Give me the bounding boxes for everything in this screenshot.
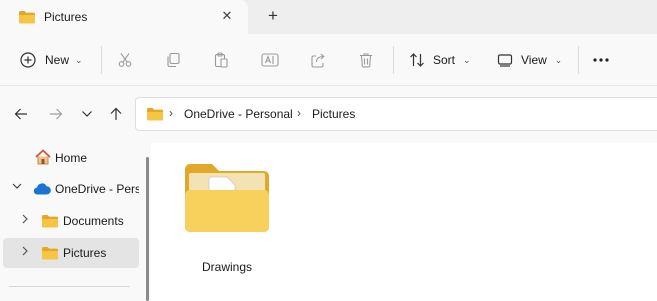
arrow-up-icon[interactable] — [106, 104, 126, 124]
more-options-button[interactable] — [592, 34, 610, 86]
chevron-right-icon[interactable] — [21, 214, 29, 227]
folder-icon — [146, 107, 164, 124]
toolbar-divider — [578, 46, 579, 74]
cut-button[interactable] — [117, 34, 133, 86]
new-button-label: New — [45, 53, 70, 67]
paste-button[interactable] — [213, 34, 229, 86]
rename-icon — [261, 52, 279, 68]
copy-icon — [165, 52, 181, 68]
chevron-down-icon[interactable] — [12, 182, 22, 193]
plus-icon[interactable]: + — [264, 7, 282, 25]
arrow-right-icon[interactable] — [46, 104, 66, 124]
tab-pictures[interactable]: Pictures ✕ — [0, 0, 248, 34]
toolbar-divider — [101, 46, 102, 74]
copy-button[interactable] — [165, 34, 181, 86]
folder-icon — [41, 246, 59, 263]
chevron-down-icon: ⌄ — [75, 54, 83, 65]
view-icon — [497, 52, 513, 68]
view-button-label: View — [521, 53, 547, 67]
sort-icon — [409, 52, 425, 68]
breadcrumb-onedrive[interactable]: OneDrive - Personal — [184, 107, 293, 121]
folder-icon — [18, 10, 36, 27]
view-button[interactable]: View ⌄ — [497, 34, 562, 86]
chevron-right-icon[interactable] — [21, 246, 29, 259]
close-icon[interactable]: ✕ — [220, 8, 234, 24]
toolbar-divider — [393, 46, 394, 74]
more-icon — [592, 57, 610, 63]
sort-button[interactable]: Sort ⌄ — [409, 34, 471, 86]
delete-icon — [358, 52, 374, 68]
navigation-pane: Home OneDrive - Personal Documents — [0, 143, 151, 301]
cut-icon — [117, 52, 133, 68]
chevron-down-icon: ⌄ — [554, 54, 563, 65]
tree-item-pictures[interactable]: Pictures — [3, 238, 139, 268]
cloud-icon — [33, 183, 51, 198]
breadcrumb-separator[interactable]: › — [297, 106, 301, 120]
tree-item-documents[interactable]: Documents — [3, 206, 139, 236]
tree-item-label: Pictures — [63, 246, 107, 260]
folder-tile-drawings[interactable]: Drawings — [181, 157, 273, 274]
address-bar[interactable]: › OneDrive - Personal › Pictures — [135, 97, 657, 131]
paste-icon — [213, 52, 229, 68]
new-button[interactable]: New ⌄ — [20, 34, 83, 86]
delete-button[interactable] — [358, 34, 374, 86]
tree-item-label: Documents — [63, 214, 124, 228]
folder-icon — [41, 214, 59, 231]
breadcrumb-separator[interactable]: › — [169, 106, 173, 120]
plus-circle-icon — [20, 52, 36, 68]
home-icon — [34, 149, 52, 168]
tree-item-onedrive[interactable]: OneDrive - Personal — [3, 174, 139, 204]
share-icon — [310, 52, 326, 68]
nav-scrollbar[interactable] — [146, 157, 149, 301]
chevron-down-icon[interactable] — [77, 104, 97, 124]
arrow-left-icon[interactable] — [11, 104, 31, 124]
tree-item-label: OneDrive - Personal — [55, 182, 139, 196]
file-view: Drawings — [151, 143, 657, 301]
tree-item-home[interactable]: Home — [3, 143, 139, 173]
share-button[interactable] — [310, 34, 326, 86]
rename-button[interactable] — [261, 34, 279, 86]
command-bar: New ⌄ Sort ⌄ View ⌄ — [0, 34, 657, 86]
nav-divider — [9, 286, 130, 287]
tab-title: Pictures — [44, 10, 88, 24]
tree-item-label: Home — [55, 151, 88, 165]
breadcrumb-pictures[interactable]: Pictures — [312, 107, 355, 121]
folder-tile-label: Drawings — [201, 260, 252, 274]
tab-strip: Pictures ✕ + — [0, 0, 657, 34]
sort-button-label: Sort — [433, 53, 456, 67]
chevron-down-icon: ⌄ — [463, 54, 471, 65]
address-row: › OneDrive - Personal › Pictures — [0, 86, 657, 143]
